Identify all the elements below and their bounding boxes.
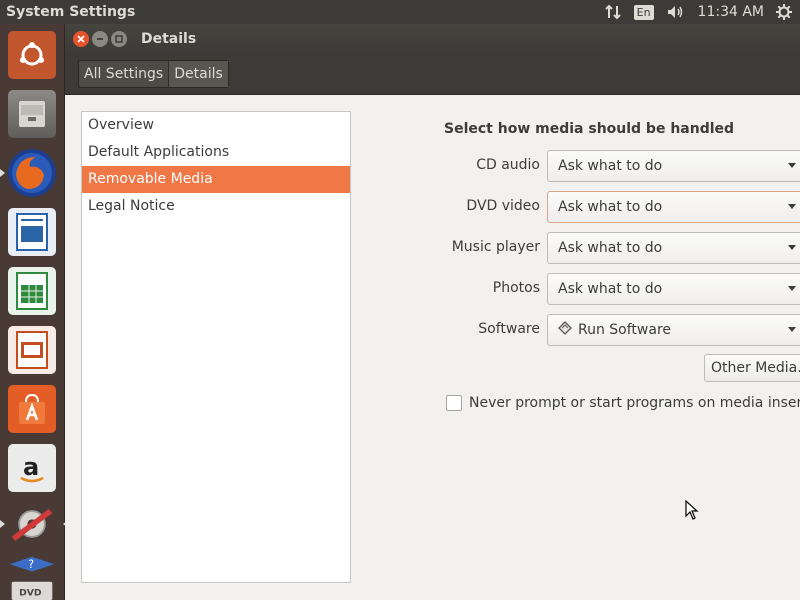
cd-audio-row: CD audio Ask what to do (365, 150, 800, 182)
launcher-ubuntu-dash[interactable] (6, 29, 58, 81)
section-heading: Select how media should be handled (444, 121, 735, 137)
dvd-video-row: DVD video Ask what to do (365, 191, 800, 223)
sidebar-item-removable-media[interactable]: Removable Media (82, 166, 350, 193)
maximize-icon (115, 35, 123, 43)
launcher-dvd[interactable]: DVD (6, 564, 58, 600)
writer-document-icon (8, 208, 56, 256)
dvd-video-label: DVD video (466, 198, 540, 214)
music-player-value: Ask what to do (558, 240, 663, 256)
photos-value: Ask what to do (558, 281, 663, 297)
calc-spreadsheet-icon (8, 267, 56, 315)
dropdown-arrow-icon (788, 245, 796, 250)
cd-audio-label: CD audio (476, 157, 540, 173)
sidebar-item-default-applications[interactable]: Default Applications (82, 139, 350, 166)
never-prompt-label[interactable]: Never prompt or start programs on media … (469, 395, 800, 411)
file-cabinet-icon (8, 90, 56, 138)
breadcrumb-all-settings[interactable]: All Settings (79, 61, 170, 87)
cd-audio-combo[interactable]: Ask what to do (547, 150, 800, 182)
sidebar-item-overview[interactable]: Overview (82, 112, 350, 139)
cd-audio-value: Ask what to do (558, 158, 663, 174)
ubuntu-logo-icon (8, 31, 56, 79)
photos-combo[interactable]: Ask what to do (547, 273, 800, 305)
close-icon (77, 35, 85, 43)
close-button[interactable] (73, 31, 89, 47)
minimize-icon (97, 38, 103, 40)
details-sidebar: Overview Default Applications Removable … (81, 111, 351, 583)
network-icon[interactable] (604, 4, 622, 20)
sidebar-item-legal-notice[interactable]: Legal Notice (82, 193, 350, 220)
software-row: Software Run Software (365, 314, 800, 346)
software-diamond-icon (558, 321, 572, 339)
dropdown-arrow-icon (788, 327, 796, 332)
keyboard-layout-indicator[interactable]: En (633, 4, 654, 20)
software-value: Run Software (578, 322, 672, 338)
mouse-pointer-icon (685, 500, 699, 520)
removable-media-panel: Select how media should be handled CD au… (365, 95, 800, 600)
minimize-button[interactable] (92, 31, 108, 47)
dvd-video-combo[interactable]: Ask what to do (547, 191, 800, 223)
never-prompt-checkbox[interactable] (446, 395, 462, 411)
dvd-video-value: Ask what to do (558, 199, 663, 215)
launcher-amazon[interactable]: a (6, 442, 58, 494)
dropdown-arrow-icon (788, 286, 796, 291)
other-media-button[interactable]: Other Media... (704, 354, 800, 382)
launcher: a ? DVD (0, 24, 68, 600)
music-player-row: Music player Ask what to do (365, 232, 800, 264)
launcher-firefox[interactable] (0, 147, 58, 199)
maximize-button[interactable] (111, 31, 127, 47)
gear-icon[interactable] (776, 4, 792, 20)
breadcrumb-details[interactable]: Details (169, 61, 228, 87)
window-titlebar: Details (65, 24, 800, 54)
impress-presentation-icon (8, 326, 56, 374)
music-player-combo[interactable]: Ask what to do (547, 232, 800, 264)
photos-row: Photos Ask what to do (365, 273, 800, 305)
dvd-disc-icon: DVD (8, 566, 56, 600)
launcher-libreoffice-impress[interactable] (6, 324, 58, 376)
svg-text:a: a (23, 453, 39, 481)
shopping-bag-icon (8, 385, 56, 433)
dropdown-arrow-icon (788, 204, 796, 209)
never-prompt-row: Never prompt or start programs on media … (446, 395, 800, 411)
launcher-ubuntu-software[interactable] (6, 383, 58, 435)
launcher-libreoffice-writer[interactable] (6, 206, 58, 258)
app-title: System Settings (6, 4, 136, 20)
system-tray: En 11:34 AM (604, 4, 800, 20)
breadcrumb: All Settings Details (78, 60, 229, 88)
music-player-label: Music player (451, 239, 540, 255)
clock[interactable]: 11:34 AM (698, 4, 764, 20)
toolbar: All Settings Details (65, 54, 800, 95)
volume-icon[interactable] (666, 4, 686, 20)
firefox-icon (8, 149, 56, 197)
dropdown-arrow-icon (788, 163, 796, 168)
software-combo[interactable]: Run Software (547, 314, 800, 346)
launcher-libreoffice-calc[interactable] (6, 265, 58, 317)
amazon-icon: a (8, 444, 56, 492)
top-panel: System Settings En 11:34 AM (0, 0, 800, 24)
svg-text:DVD: DVD (19, 588, 42, 599)
software-label: Software (478, 321, 540, 337)
details-content: Overview Default Applications Removable … (65, 95, 800, 600)
launcher-files[interactable] (6, 88, 58, 140)
window-title: Details (141, 31, 197, 47)
photos-label: Photos (492, 280, 540, 296)
